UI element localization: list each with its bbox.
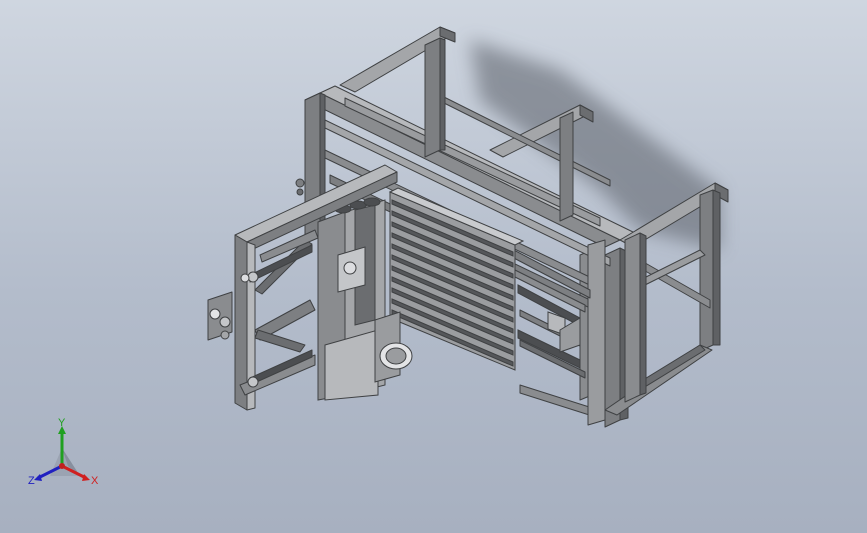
- cad-assembly-model[interactable]: [0, 0, 867, 533]
- x-axis-label: X: [91, 475, 99, 487]
- z-axis-label: Z: [28, 475, 35, 487]
- graphics-viewport[interactable]: Y X Z: [0, 0, 867, 533]
- coordinate-triad[interactable]: Y X Z: [20, 418, 110, 498]
- y-axis-label: Y: [58, 417, 66, 429]
- slotted-panel[interactable]: [388, 187, 525, 371]
